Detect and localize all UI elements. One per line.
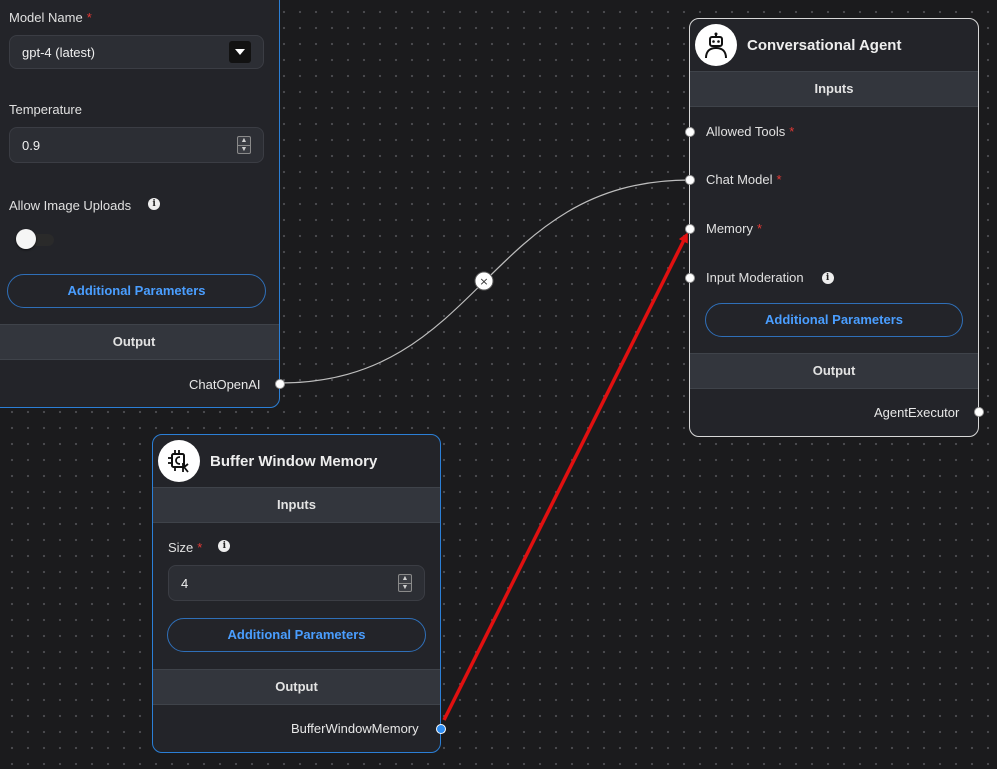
model-name-field-label: Model Name * bbox=[9, 10, 92, 25]
temperature-input[interactable]: 0.9 ▲ ▼ bbox=[9, 127, 264, 163]
edge-delete-glyph: × bbox=[479, 275, 488, 288]
allowed-tools-handle[interactable] bbox=[685, 127, 695, 137]
memory-inputs-header: Inputs bbox=[153, 487, 440, 523]
chatopenai-output-handle[interactable] bbox=[275, 379, 285, 389]
agentexecutor-output-handle[interactable] bbox=[974, 407, 984, 417]
model-name-value: gpt-4 (latest) bbox=[22, 44, 95, 60]
required-marker: * bbox=[776, 172, 782, 187]
required-marker: * bbox=[86, 10, 92, 25]
chevron-down-icon[interactable] bbox=[229, 41, 251, 63]
flow-canvas[interactable]: × Model Name * gpt-4 (latest) Temperatur… bbox=[0, 0, 997, 769]
model-name-select[interactable]: gpt-4 (latest) bbox=[9, 35, 264, 69]
memory-input: Memory * bbox=[706, 221, 762, 236]
memory-additional-parameters-button[interactable]: Additional Parameters bbox=[167, 618, 426, 652]
bufferwindowmemory-output-label: BufferWindowMemory bbox=[291, 721, 419, 736]
allow-image-uploads-toggle[interactable] bbox=[16, 229, 54, 249]
model-name-label: Model Name bbox=[9, 10, 83, 25]
chat-openai-node[interactable]: Model Name * gpt-4 (latest) Temperature … bbox=[0, 0, 285, 408]
agent-additional-parameters-button[interactable]: Additional Parameters bbox=[705, 303, 963, 337]
agent-node-header: Conversational Agent bbox=[690, 19, 978, 71]
allowed-tools-input: Allowed Tools * bbox=[706, 124, 794, 139]
conversational-agent-node[interactable]: Conversational Agent Inputs Allowed Tool… bbox=[685, 18, 984, 437]
allow-image-uploads-field-label: Allow Image Uploads i bbox=[9, 197, 161, 213]
required-marker: * bbox=[789, 124, 795, 139]
chat-output-header: Output bbox=[0, 324, 279, 360]
temperature-field-label: Temperature bbox=[9, 102, 82, 117]
memory-chip-icon bbox=[158, 440, 200, 482]
input-moderation-handle[interactable] bbox=[685, 273, 695, 283]
memory-node-header: Buffer Window Memory bbox=[153, 435, 440, 487]
annotation-arrow bbox=[442, 232, 688, 721]
allow-image-uploads-label: Allow Image Uploads bbox=[9, 198, 132, 213]
chat-model-input: Chat Model * bbox=[706, 172, 782, 187]
agent-output-header: Output bbox=[690, 353, 978, 389]
input-moderation-input: Input Moderation i bbox=[706, 270, 834, 285]
bufferwindowmemory-output-handle[interactable] bbox=[436, 724, 446, 734]
info-icon[interactable]: i bbox=[148, 197, 161, 210]
temperature-value: 0.9 bbox=[22, 137, 41, 153]
input-moderation-label: Input Moderation bbox=[706, 270, 804, 285]
temperature-label: Temperature bbox=[9, 102, 82, 117]
size-label: Size bbox=[168, 540, 194, 555]
memory-node-title: Buffer Window Memory bbox=[210, 452, 378, 470]
chatopenai-output-label: ChatOpenAI bbox=[189, 377, 261, 392]
required-marker: * bbox=[197, 540, 203, 555]
agent-node-title: Conversational Agent bbox=[747, 36, 902, 54]
allowed-tools-label: Allowed Tools bbox=[706, 124, 786, 139]
edge-delete-button[interactable]: × bbox=[474, 271, 494, 291]
chat-model-handle[interactable] bbox=[685, 175, 695, 185]
agentexecutor-output-label: AgentExecutor bbox=[874, 405, 960, 420]
memory-label: Memory bbox=[706, 221, 753, 236]
chat-additional-parameters-button[interactable]: Additional Parameters bbox=[7, 274, 266, 308]
robot-icon bbox=[695, 24, 737, 66]
size-field-label: Size * i bbox=[168, 540, 231, 555]
number-stepper-icon[interactable]: ▲ ▼ bbox=[237, 136, 251, 154]
chat-model-label: Chat Model bbox=[706, 172, 773, 187]
size-value: 4 bbox=[181, 575, 189, 591]
info-icon[interactable]: i bbox=[821, 271, 834, 284]
memory-handle[interactable] bbox=[685, 224, 695, 234]
buffer-window-memory-node[interactable]: Buffer Window Memory Inputs Size * i 4 ▲… bbox=[152, 434, 446, 753]
agent-inputs-header: Inputs bbox=[690, 71, 978, 107]
memory-output-header: Output bbox=[153, 669, 440, 705]
info-icon[interactable]: i bbox=[218, 540, 231, 552]
toggle-thumb bbox=[16, 229, 36, 249]
size-input[interactable]: 4 ▲ ▼ bbox=[168, 565, 425, 601]
number-stepper-icon[interactable]: ▲ ▼ bbox=[398, 574, 412, 592]
required-marker: * bbox=[756, 221, 763, 236]
